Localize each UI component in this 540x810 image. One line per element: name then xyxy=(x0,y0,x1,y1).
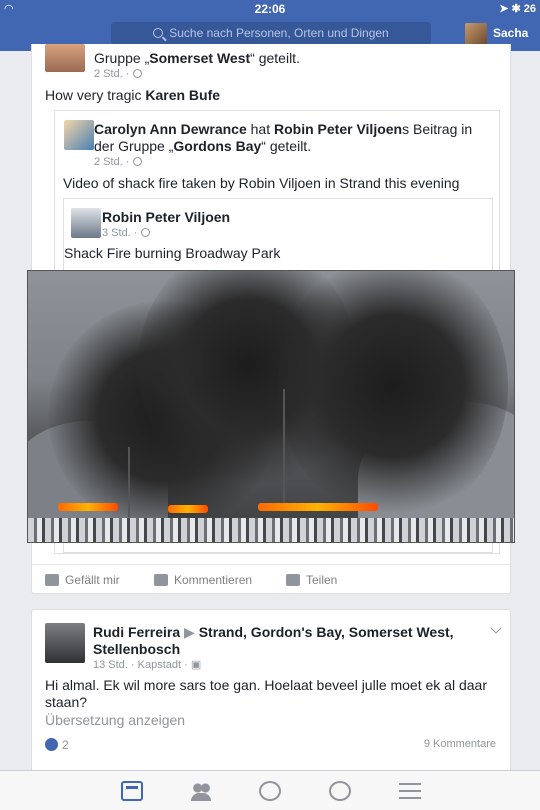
profile-avatar xyxy=(465,22,487,45)
post-meta: 13 Std. · Kapstadt · ▣ xyxy=(93,659,202,671)
flames xyxy=(258,503,378,511)
battery-level: 26 xyxy=(523,3,536,15)
timestamp[interactable]: 2 Std. xyxy=(94,156,123,168)
flames xyxy=(168,505,208,513)
timestamp[interactable]: 2 Std. xyxy=(94,68,123,80)
avatar[interactable] xyxy=(71,208,101,238)
like-count[interactable]: 2 xyxy=(45,738,69,752)
shared-post-header: Carolyn Ann Dewrance hat Robin Peter Vil… xyxy=(94,121,494,155)
header-suffix: “ geteilt. xyxy=(250,50,300,66)
original-author-link[interactable]: Robin Peter Viljoen xyxy=(102,209,230,225)
globe-icon xyxy=(140,228,150,237)
avatar[interactable] xyxy=(45,44,85,72)
search-icon xyxy=(153,28,164,38)
translate-link[interactable]: Übersetzung anzeigen xyxy=(45,712,185,728)
shared-post-meta: 2 Std. · xyxy=(94,156,142,168)
globe-icon xyxy=(132,69,142,78)
comment-label: Kommentieren xyxy=(174,573,253,587)
post-text: Hi almal. Ek wil more sars toe gan. Hoel… xyxy=(45,677,487,710)
post-card: Rudi Ferreira ▶ Strand, Gordon's Bay, So… xyxy=(31,609,511,779)
group-icon: ▣ xyxy=(190,659,202,671)
bottom-tab-bar xyxy=(0,770,540,810)
original-post-meta: 3 Std. · xyxy=(102,227,150,239)
status-bar: ◠ 22:06 ➤ ✱ 26 xyxy=(0,0,540,18)
parked-cars xyxy=(28,518,514,542)
avatar[interactable] xyxy=(64,120,94,150)
timestamp[interactable]: 3 Std. xyxy=(102,227,131,239)
post-header: Gruppe „Somerset West“ geteilt. xyxy=(94,50,300,66)
avatar[interactable] xyxy=(45,623,85,663)
comment-icon xyxy=(154,574,168,586)
messenger-tab-icon[interactable] xyxy=(259,781,281,801)
post-meta: 2 Std. · xyxy=(94,68,142,80)
author-link[interactable]: Rudi Ferreira xyxy=(93,624,180,640)
search-placeholder: Suche nach Personen, Orten und Dingen xyxy=(169,26,389,40)
timestamp[interactable]: 13 Std. xyxy=(93,659,128,671)
header-prefix: Gruppe „ xyxy=(94,50,150,66)
like-icon xyxy=(45,738,58,751)
mentioned-user-link[interactable]: Karen Bufe xyxy=(145,87,220,103)
status-right: ➤ ✱ 26 xyxy=(499,3,536,15)
profile-name: Sacha xyxy=(493,26,529,40)
news-feed-tab-icon[interactable] xyxy=(121,781,143,801)
group-link[interactable]: Gordons Bay xyxy=(173,138,261,154)
notifications-tab-icon[interactable] xyxy=(329,781,351,801)
globe-icon xyxy=(132,157,142,166)
header-verb: hat xyxy=(246,121,274,137)
header-end: “ geteilt. xyxy=(261,138,312,154)
clock: 22:06 xyxy=(254,2,286,16)
author-link[interactable]: Carolyn Ann Dewrance xyxy=(94,121,247,137)
share-icon xyxy=(286,574,300,586)
share-label: Teilen xyxy=(306,573,338,587)
post-actions: Gefällt mir Kommentieren Teilen xyxy=(32,564,510,594)
post-text: How very tragic Karen Bufe xyxy=(45,87,220,103)
comment-count-link[interactable]: 9 Kommentare xyxy=(424,738,496,750)
target-user-link[interactable]: Robin Peter Viljoen xyxy=(274,121,402,137)
group-link[interactable]: Somerset West xyxy=(149,50,250,66)
like-count-value: 2 xyxy=(62,738,69,752)
location-link[interactable]: Kapstadt xyxy=(138,659,181,671)
friends-tab-icon[interactable] xyxy=(190,781,212,801)
post-header: Rudi Ferreira ▶ Strand, Gordon's Bay, So… xyxy=(93,624,483,658)
like-button[interactable]: Gefällt mir xyxy=(45,573,120,587)
fire-video-thumbnail[interactable] xyxy=(27,270,515,543)
chevron-down-icon[interactable] xyxy=(490,622,502,634)
menu-tab-icon[interactable] xyxy=(399,781,421,801)
share-button[interactable]: Teilen xyxy=(286,573,337,587)
original-post-text: Shack Fire burning Broadway Park xyxy=(64,245,281,261)
comment-button[interactable]: Kommentieren xyxy=(154,573,252,587)
like-label: Gefällt mir xyxy=(65,573,120,587)
power-pole xyxy=(283,389,285,509)
light-pole xyxy=(128,447,130,517)
flames xyxy=(58,503,118,511)
shared-post-text: Video of shack fire taken by Robin Viljo… xyxy=(63,175,460,191)
thumbs-up-icon xyxy=(45,574,59,586)
post-text-body: How very tragic xyxy=(45,87,146,103)
arrow-icon: ▶ xyxy=(180,624,199,640)
search-input[interactable]: Suche nach Personen, Orten und Dingen xyxy=(111,22,431,45)
profile-button[interactable]: Sacha xyxy=(465,22,529,45)
